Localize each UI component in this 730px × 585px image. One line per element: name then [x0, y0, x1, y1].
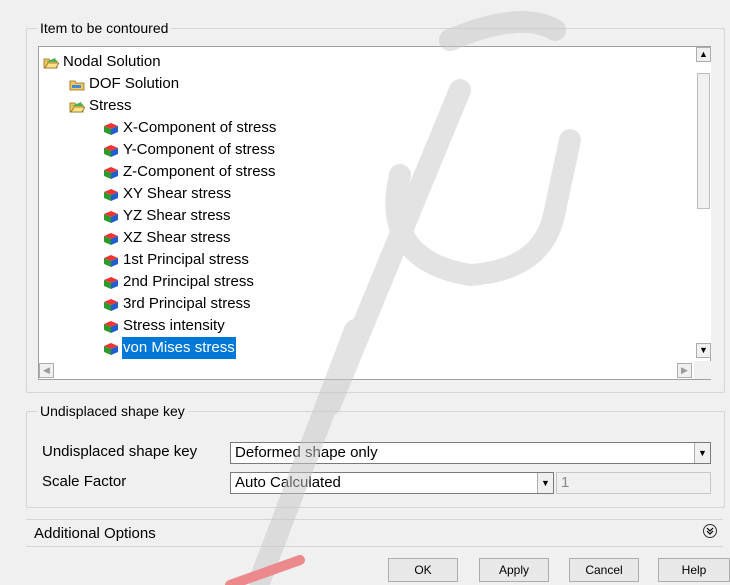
- tree-item[interactable]: 1st Principal stress: [103, 249, 703, 271]
- help-button[interactable]: Help: [658, 558, 730, 582]
- tree-item-label: DOF Solution: [89, 75, 180, 92]
- cube-icon: [103, 143, 119, 157]
- scroll-right-button[interactable]: ▶: [677, 363, 692, 378]
- apply-button[interactable]: Apply: [479, 558, 549, 582]
- shape-key-select[interactable]: Deformed shape only: [230, 442, 711, 464]
- cube-icon: [103, 165, 119, 179]
- contour-group-title: Item to be contoured: [37, 20, 172, 36]
- shape-key-dropdown-button[interactable]: ▼: [694, 443, 710, 463]
- tree-item-label: von Mises stress: [122, 337, 236, 359]
- cube-icon: [103, 121, 119, 135]
- cube-icon: [103, 231, 119, 245]
- shape-group-title: Undisplaced shape key: [37, 403, 188, 419]
- cube-icon: [103, 275, 119, 289]
- tree-item-label: YZ Shear stress: [123, 207, 231, 224]
- scale-factor-value: Auto Calculated: [235, 474, 341, 491]
- scale-factor-dropdown-button[interactable]: ▼: [537, 473, 553, 493]
- ok-button[interactable]: OK: [388, 558, 458, 582]
- tree-item-label: Stress: [89, 97, 132, 114]
- tree-item[interactable]: von Mises stress: [103, 337, 703, 359]
- tree-item-label: Z-Component of stress: [123, 163, 276, 180]
- tree-vertical-scroll-thumb[interactable]: [697, 73, 710, 209]
- tree-item-label: Y-Component of stress: [123, 141, 276, 158]
- result-tree[interactable]: Nodal Solution DOF Solution Stress X-Compon…: [38, 46, 711, 380]
- shape-key-value: Deformed shape only: [235, 444, 378, 461]
- tree-item-label: 3rd Principal stress: [123, 295, 251, 312]
- scale-factor-input[interactable]: 1: [556, 472, 711, 494]
- tree-item[interactable]: Stress: [69, 95, 669, 117]
- double-chevron-down-icon[interactable]: [703, 524, 717, 538]
- cube-icon: [103, 297, 119, 311]
- tree-item[interactable]: XZ Shear stress: [103, 227, 703, 249]
- tree-item[interactable]: YZ Shear stress: [103, 205, 703, 227]
- tree-item-label: 2nd Principal stress: [123, 273, 254, 290]
- scroll-left-button[interactable]: ◀: [39, 363, 54, 378]
- folder-open-icon: [43, 55, 60, 69]
- cube-icon: [103, 187, 119, 201]
- tree-item[interactable]: Z-Component of stress: [103, 161, 703, 183]
- cube-icon: [103, 319, 119, 333]
- tree-item-label: Nodal Solution: [63, 53, 161, 70]
- tree-item-label: 1st Principal stress: [123, 251, 249, 268]
- scroll-corner: [694, 361, 711, 379]
- folder-open-icon: [69, 99, 86, 113]
- tree-item[interactable]: Stress intensity: [103, 315, 703, 337]
- scroll-up-button[interactable]: ▲: [696, 47, 711, 62]
- cube-icon: [103, 209, 119, 223]
- cancel-button[interactable]: Cancel: [569, 558, 639, 582]
- scale-factor-select[interactable]: Auto Calculated: [230, 472, 554, 494]
- scale-factor-number: 1: [561, 474, 570, 491]
- scale-factor-label: Scale Factor: [42, 473, 127, 490]
- tree-item[interactable]: DOF Solution: [69, 73, 669, 95]
- additional-options-label: Additional Options: [34, 525, 156, 542]
- tree-item-label: XY Shear stress: [123, 185, 232, 202]
- tree-item[interactable]: Y-Component of stress: [103, 139, 703, 161]
- additional-options-bar[interactable]: Additional Options: [26, 519, 723, 547]
- tree-item[interactable]: 3rd Principal stress: [103, 293, 703, 315]
- tree-horizontal-scroll-track[interactable]: [39, 361, 694, 379]
- tree-item-label: Stress intensity: [123, 317, 225, 334]
- tree-item[interactable]: 2nd Principal stress: [103, 271, 703, 293]
- scroll-down-button[interactable]: ▼: [696, 343, 711, 358]
- tree-item-label: XZ Shear stress: [123, 229, 231, 246]
- tree-item[interactable]: X-Component of stress: [103, 117, 703, 139]
- shape-key-label: Undisplaced shape key: [42, 443, 198, 460]
- tree-item[interactable]: XY Shear stress: [103, 183, 703, 205]
- cube-icon: [103, 253, 119, 267]
- folder-closed-icon: [69, 77, 85, 91]
- cube-icon: [103, 341, 119, 355]
- tree-item-label: X-Component of stress: [123, 119, 277, 136]
- tree-item[interactable]: Nodal Solution: [43, 51, 643, 73]
